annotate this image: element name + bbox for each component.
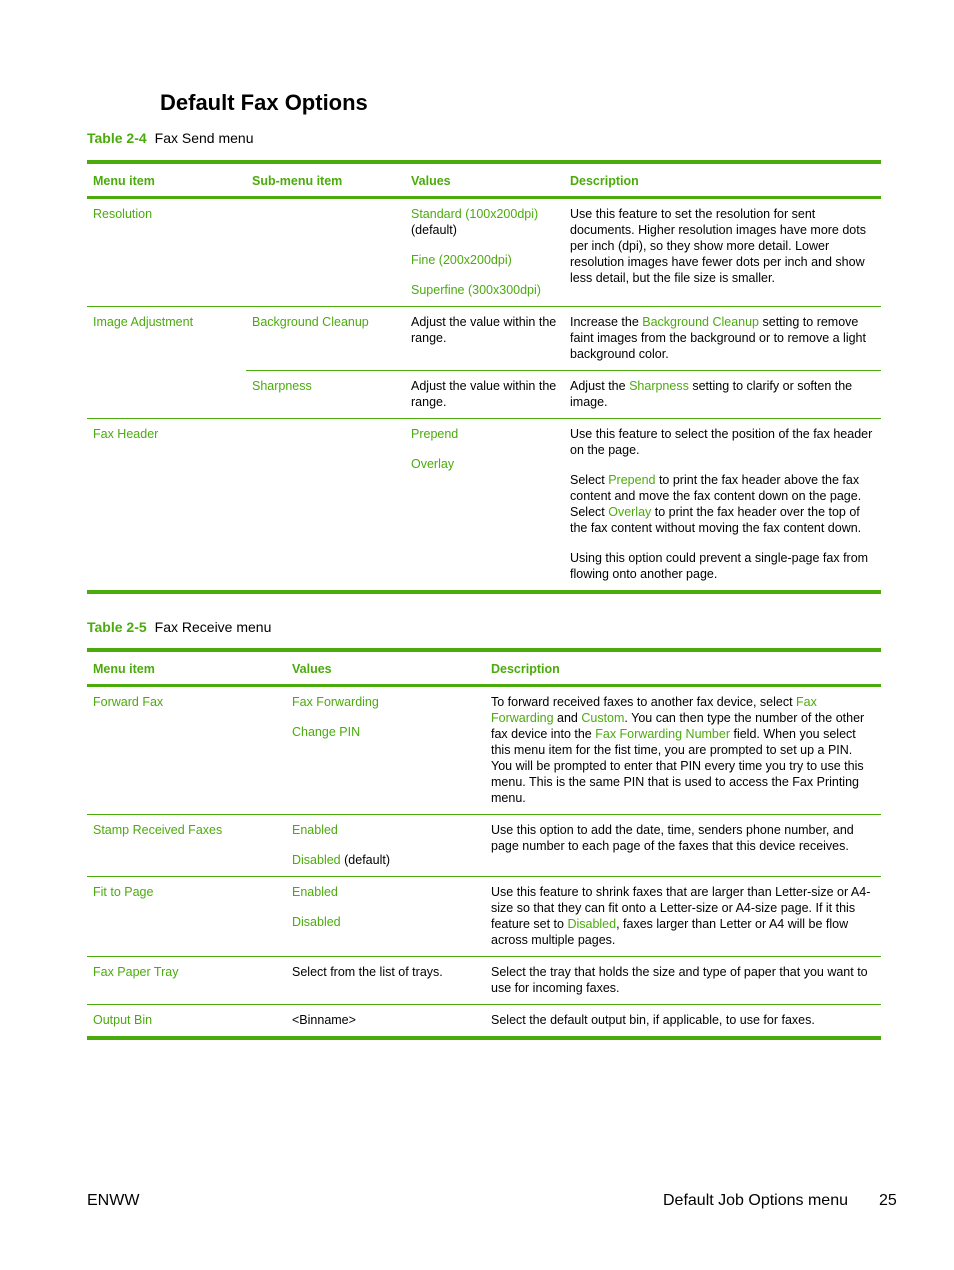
table-row: Output Bin <Binname> Select the default … [87, 1004, 881, 1039]
values-cell: Enabled Disabled [286, 877, 485, 957]
description-link[interactable]: Custom [581, 711, 624, 725]
table-row: Image Adjustment Background Cleanup Adju… [87, 306, 881, 371]
values-cell: Prepend Overlay [405, 419, 564, 593]
values-cell: Adjust the value within the range. [405, 370, 564, 419]
default-label: (default) [411, 223, 457, 237]
values-cell: Adjust the value within the range. [411, 315, 557, 345]
values-cell: Standard (100x200dpi) (default) Fine (200… [405, 198, 564, 307]
column-header: Menu item [93, 662, 155, 676]
menu-item-link[interactable]: Resolution [87, 198, 246, 307]
value-link[interactable]: Change PIN [292, 724, 479, 740]
fax-send-menu-table: Menu item Sub-menu item Values Descripti… [87, 160, 881, 594]
description-cell: Select the default output bin, if applic… [491, 1013, 815, 1027]
table-number: Table 2-4 [87, 130, 147, 146]
page-title: Default Fax Options [160, 90, 368, 115]
value-link[interactable]: Prepend [411, 426, 558, 442]
table-title: Fax Receive menu [154, 619, 272, 635]
description-link[interactable]: Overlay [608, 505, 651, 519]
footer-section-title: Default Job Options menu [663, 1192, 848, 1209]
table-row: Fax Header Prepend Overlay Use this feat… [87, 418, 881, 593]
menu-item-link[interactable]: Stamp Received Faxes [87, 815, 286, 877]
table-caption-1: Table 2-4 Fax Send menu [87, 130, 254, 146]
column-header: Sub-menu item [252, 174, 343, 188]
page-number: 25 [879, 1192, 897, 1209]
value-link[interactable]: Enabled [292, 884, 479, 900]
table-number: Table 2-5 [87, 619, 147, 635]
default-label: (default) [344, 853, 390, 867]
column-header: Values [292, 662, 332, 676]
table-row: Fax Paper Tray Select from the list of t… [87, 956, 881, 1005]
table-caption-2: Table 2-5 Fax Receive menu [87, 619, 271, 635]
menu-item-link[interactable]: Image Adjustment [87, 307, 246, 419]
column-header: Values [411, 174, 451, 188]
sub-menu-item-link[interactable]: Background Cleanup [246, 307, 405, 371]
column-header: Description [491, 662, 560, 676]
values-cell: Enabled Disabled (default) [286, 815, 485, 877]
description-cell: Select the tray that holds the size and … [491, 965, 868, 995]
value-link[interactable]: Disabled [292, 853, 341, 867]
description-link[interactable]: Disabled [567, 917, 616, 931]
values-cell: <Binname> [292, 1013, 356, 1027]
table-title: Fax Send menu [154, 130, 254, 146]
table-row: Fit to Page Enabled Disabled Use this fe… [87, 876, 881, 957]
column-header: Description [570, 174, 639, 188]
value-link[interactable]: Fine (200x200dpi) [411, 252, 558, 268]
description-cell: Adjust the Sharpness setting to clarify … [564, 370, 881, 419]
value-link[interactable]: Disabled [292, 914, 479, 930]
table-row: Stamp Received Faxes Enabled Disabled (d… [87, 814, 881, 877]
footer-left-label: ENWW [87, 1192, 140, 1209]
menu-item-link[interactable]: Fit to Page [87, 877, 286, 957]
description-cell: Use this feature to select the position … [570, 427, 873, 581]
description-cell: Use this feature to set the resolution f… [570, 207, 866, 285]
column-header: Menu item [93, 174, 155, 188]
description-cell: Use this feature to shrink faxes that ar… [491, 885, 871, 947]
values-cell: Fax Forwarding Change PIN [286, 686, 485, 815]
values-cell: Select from the list of trays. [292, 965, 443, 979]
description-link[interactable]: Background Cleanup [642, 315, 759, 329]
sub-menu-item [246, 419, 405, 593]
sub-menu-item [246, 198, 405, 307]
value-link[interactable]: Overlay [411, 456, 558, 472]
table-row: Forward Fax Fax Forwarding Change PIN To… [87, 686, 881, 815]
description-link[interactable]: Sharpness [629, 379, 689, 393]
description-link[interactable]: Fax Forwarding Number [595, 727, 730, 741]
menu-item-link[interactable]: Forward Fax [87, 686, 286, 815]
menu-item-link[interactable]: Fax Header [87, 419, 246, 593]
menu-item-link[interactable]: Fax Paper Tray [87, 957, 286, 1005]
menu-item-link[interactable]: Output Bin [87, 1005, 286, 1039]
fax-receive-menu-table: Menu item Values Description Forward Fax… [87, 648, 881, 1040]
table-header-row: Menu item Sub-menu item Values Descripti… [87, 162, 881, 198]
description-cell: Use this option to add the date, time, s… [491, 823, 854, 853]
value-link[interactable]: Standard (100x200dpi) [411, 207, 538, 221]
description-link[interactable]: Prepend [608, 473, 655, 487]
value-link[interactable]: Fax Forwarding [292, 694, 479, 710]
value-link[interactable]: Enabled [292, 822, 479, 838]
description-cell: To forward received faxes to another fax… [491, 695, 865, 805]
value-link[interactable]: Superfine (300x300dpi) [411, 282, 558, 298]
description-cell: Increase the Background Cleanup setting … [570, 315, 866, 361]
sub-menu-item-link[interactable]: Sharpness [246, 370, 405, 419]
table-header-row: Menu item Values Description [87, 650, 881, 686]
table-row: Resolution Standard (100x200dpi) (default… [87, 198, 881, 307]
